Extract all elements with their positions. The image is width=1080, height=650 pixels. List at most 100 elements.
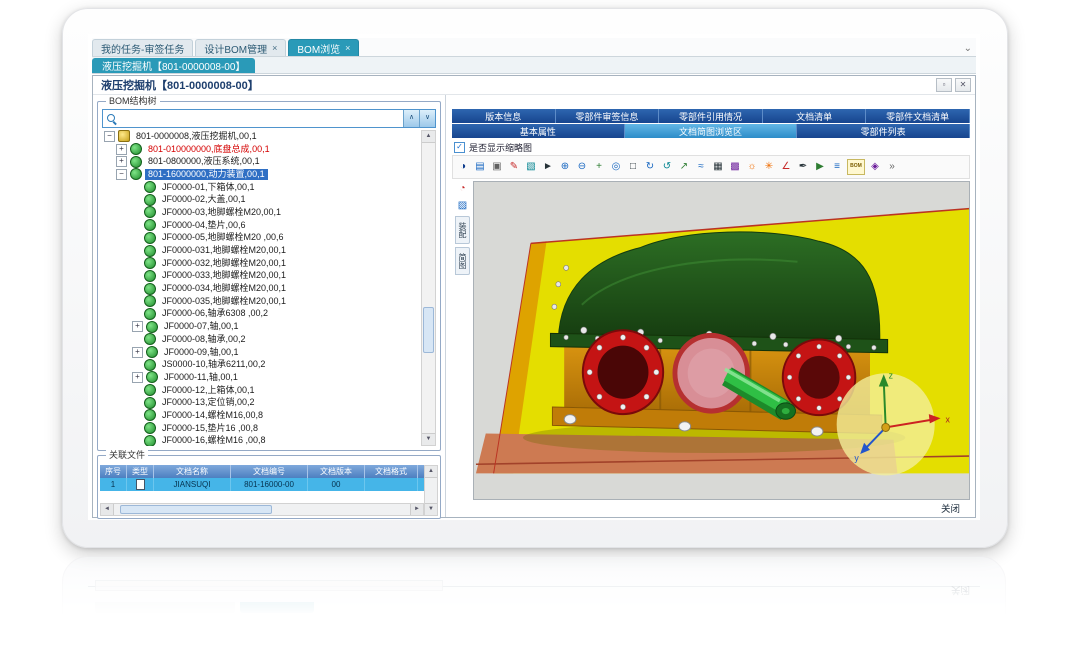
tab-document-excavator[interactable]: 液压挖掘机【801-0000008-00】 <box>92 58 255 73</box>
print-icon[interactable]: ▣ <box>490 160 504 174</box>
tree-node[interactable]: +801-0800000,液压系统,00,1 <box>102 155 422 168</box>
tree-node[interactable]: JF0000-031,地脚螺栓M20,00,1 <box>102 244 422 257</box>
restore-button[interactable]: ▫ <box>936 78 952 92</box>
markup-icon[interactable]: ✒ <box>796 160 810 174</box>
search-next-button[interactable]: ∨ <box>419 110 435 127</box>
tree-search-box[interactable]: ∧ ∨ <box>102 109 436 128</box>
settings-icon[interactable]: ◈ <box>868 160 882 174</box>
tree-node[interactable]: JF0000-16,螺栓M16 ,00,8 <box>102 435 422 447</box>
tree-node[interactable]: JF0000-04,垫片,00,6 <box>102 219 422 232</box>
stats-pie-icon[interactable]: ◔ <box>456 182 470 196</box>
scroll-down-icon[interactable]: ▼ <box>422 433 435 445</box>
tree-node[interactable]: JS0000-10,轴承6211,00,2 <box>102 358 422 371</box>
select-cursor-icon[interactable]: ► <box>541 160 555 174</box>
expand-icon[interactable]: + <box>132 347 143 358</box>
viewer-toolbar: ◑ ▤ ▣ ✎ ▧ ► ⊕ ⊖ + ◎ □ ↻ ↺ ↗ ≈ <box>452 155 970 179</box>
wireframe-icon[interactable]: ▦ <box>711 160 725 174</box>
expand-icon[interactable]: + <box>116 156 127 167</box>
tab-bom-browse[interactable]: BOM浏览× <box>288 39 359 56</box>
palette-icon[interactable]: ▨ <box>456 199 470 213</box>
tree-scrollbar[interactable]: ▲ ▼ <box>421 130 436 446</box>
side-tab-sketch[interactable]: 简图 <box>455 247 470 275</box>
tree-node[interactable]: JF0000-035,地脚螺栓M20,00,1 <box>102 295 422 308</box>
edit-icon[interactable]: ✎ <box>507 160 521 174</box>
tree-node[interactable]: +JF0000-11,轴,00,1 <box>102 371 422 384</box>
orbit-icon[interactable]: ↺ <box>660 160 674 174</box>
fit-view-icon[interactable]: □ <box>626 160 640 174</box>
collapse-icon[interactable]: − <box>104 131 115 142</box>
tab-my-tasks[interactable]: 我的任务-审签任务 <box>92 39 193 56</box>
expand-icon[interactable]: + <box>132 321 143 332</box>
tree-node[interactable]: +JF0000-09,轴,00,1 <box>102 346 422 359</box>
expand-icon[interactable]: + <box>116 144 127 155</box>
render-icon[interactable]: ▩ <box>728 160 742 174</box>
rotate-icon[interactable]: ↻ <box>643 160 657 174</box>
tree-node[interactable]: JF0000-033,地脚螺栓M20,00,1 <box>102 270 422 283</box>
pan-icon[interactable]: + <box>592 160 606 174</box>
scroll-up-icon[interactable]: ▲ <box>425 466 437 478</box>
chevron-down-icon[interactable]: ⌄ <box>964 43 976 56</box>
view-mode-icon[interactable]: ◑ <box>456 160 470 174</box>
close-tab-icon[interactable]: × <box>272 43 277 53</box>
tree-node[interactable]: +JF0000-07,轴,00,1 <box>102 320 422 333</box>
scroll-down-icon[interactable]: ▼ <box>425 503 437 515</box>
snapshot-icon[interactable]: ▧ <box>524 160 538 174</box>
tree-node[interactable]: JF0000-08,轴承,00,2 <box>102 333 422 346</box>
tab-part-document-list[interactable]: 零部件文档清单 <box>866 109 970 123</box>
zoom-out-icon[interactable]: ⊖ <box>575 160 589 174</box>
tree-node[interactable]: JF0000-12,上箱体,00,1 <box>102 384 422 397</box>
tree-node[interactable]: JF0000-06,轴承6308 ,00,2 <box>102 308 422 321</box>
scrollbar-thumb[interactable] <box>423 307 434 353</box>
related-files-hscrollbar[interactable]: ◄ ► <box>100 503 424 516</box>
animation-icon[interactable]: ▶ <box>813 160 827 174</box>
light-icon[interactable]: ☼ <box>745 160 759 174</box>
tree-node[interactable]: JF0000-15,垫片16 ,00,8 <box>102 422 422 435</box>
tab-part-usage[interactable]: 零部件引用情况 <box>659 109 763 123</box>
bom-tree: −801-0000008,液压挖掘机,00,1 +801-010000000,底… <box>102 130 422 446</box>
scroll-right-icon[interactable]: ► <box>410 504 423 515</box>
close-tab-icon[interactable]: × <box>345 43 350 53</box>
tab-document-preview[interactable]: 文档简图浏览区 <box>625 124 798 138</box>
tab-design-bom[interactable]: 设计BOM管理× <box>195 39 286 56</box>
tree-node[interactable]: JF0000-01,下箱体,00,1 <box>102 181 422 194</box>
zoom-in-icon[interactable]: ⊕ <box>558 160 572 174</box>
tree-node[interactable]: −801-0000008,液压挖掘机,00,1 <box>102 130 422 143</box>
explode-icon[interactable]: ✳ <box>762 160 776 174</box>
tree-node[interactable]: JF0000-05,地脚螺栓M20 ,00,6 <box>102 232 422 245</box>
more-icon[interactable]: » <box>885 160 899 174</box>
section-icon[interactable]: ≈ <box>694 160 708 174</box>
3d-viewport[interactable]: x z y <box>473 181 970 500</box>
scrollbar-thumb[interactable] <box>120 505 272 514</box>
tree-node[interactable]: JF0000-02,大盖,00,1 <box>102 193 422 206</box>
side-tab-assembly[interactable]: 装配 <box>455 216 470 244</box>
open-doc-icon[interactable]: ▤ <box>473 160 487 174</box>
tab-basic-properties[interactable]: 基本属性 <box>452 124 625 138</box>
tab-part-list[interactable]: 零部件列表 <box>797 124 970 138</box>
search-prev-button[interactable]: ∧ <box>403 110 419 127</box>
tree-node[interactable]: +801-010000000,底盘总成,00,1 <box>102 143 422 156</box>
structure-icon[interactable]: ≡ <box>830 160 844 174</box>
table-row[interactable]: 1 JIANSUQI 801-16000-00 00 <box>100 478 424 491</box>
tree-node[interactable]: JF0000-032,地脚螺栓M20,00,1 <box>102 257 422 270</box>
scroll-left-icon[interactable]: ◄ <box>101 504 114 515</box>
scroll-up-icon[interactable]: ▲ <box>422 131 435 143</box>
tree-node-selected[interactable]: −801-16000000,动力装置,00,1 <box>102 168 422 181</box>
fly-icon[interactable]: ↗ <box>677 160 691 174</box>
measure-icon[interactable]: ∠ <box>779 160 793 174</box>
bom-icon[interactable]: BOM <box>847 159 865 175</box>
close-button[interactable]: 关闭 <box>941 501 960 515</box>
tree-node[interactable]: JF0000-034,地脚螺栓M20,00,1 <box>102 282 422 295</box>
tree-node[interactable]: JF0000-14,螺栓M16,00,8 <box>102 409 422 422</box>
tab-part-approval-info[interactable]: 零部件审签信息 <box>556 109 660 123</box>
tab-document-list[interactable]: 文档清单 <box>763 109 867 123</box>
collapse-icon[interactable]: − <box>116 169 127 180</box>
panel-close-button[interactable]: ✕ <box>955 78 971 92</box>
zoom-area-icon[interactable]: ◎ <box>609 160 623 174</box>
expand-icon[interactable]: + <box>132 372 143 383</box>
tab-version-info[interactable]: 版本信息 <box>452 109 556 123</box>
part-icon <box>144 270 156 282</box>
thumbnail-checkbox[interactable]: ✓ <box>454 142 465 153</box>
tree-node[interactable]: JF0000-13,定位销,00,2 <box>102 396 422 409</box>
related-files-vscrollbar[interactable]: ▲ ▼ <box>424 465 438 516</box>
tree-node[interactable]: JF0000-03,地脚螺栓M20,00,1 <box>102 206 422 219</box>
